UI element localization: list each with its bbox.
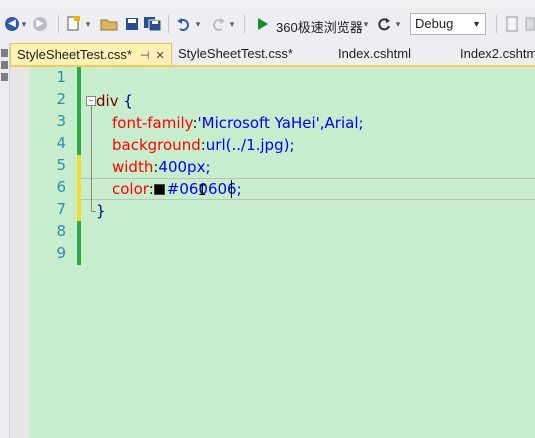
toolbar-overflow-icon bbox=[525, 17, 534, 31]
line-number: 3 bbox=[56, 112, 66, 130]
collapse-toggle-icon[interactable]: − bbox=[86, 96, 96, 106]
code-line-5: width:400px; bbox=[112, 156, 211, 178]
chevron-down-icon: ▼ bbox=[472, 19, 481, 29]
save-button[interactable] bbox=[124, 14, 140, 34]
attach-button[interactable] bbox=[504, 14, 520, 34]
ibeam-cursor-icon: I bbox=[198, 183, 207, 199]
configuration-select[interactable]: Debug ▼ bbox=[410, 13, 486, 35]
tab-stylesheettest-css-preview[interactable]: StyleSheetTest.css* bbox=[178, 43, 293, 65]
code-line-4: background:url(../1.jpg); bbox=[112, 134, 295, 156]
css-property: background bbox=[112, 136, 201, 154]
toolbox-tab-marker bbox=[1, 61, 8, 69]
redo-button[interactable] bbox=[210, 14, 226, 34]
pin-icon[interactable]: ⊣ bbox=[140, 50, 150, 62]
toolbar-overflow-button[interactable] bbox=[524, 14, 535, 34]
play-icon bbox=[258, 18, 268, 30]
tab-stylesheettest-css-active[interactable]: StyleSheetTest.css* ⊣ ✕ bbox=[10, 43, 172, 65]
css-value: url(../1.jpg); bbox=[205, 136, 295, 154]
back-button[interactable]: ◀ bbox=[4, 14, 20, 34]
css-value: 400px; bbox=[158, 158, 211, 176]
tab-label: Index2.cshtm bbox=[460, 46, 535, 61]
refresh-icon bbox=[378, 18, 390, 31]
redo-dropdown[interactable]: ▾ bbox=[228, 14, 236, 34]
line-number: 7 bbox=[56, 200, 66, 218]
open-brace: { bbox=[118, 92, 133, 110]
line-number: 6 bbox=[56, 178, 66, 196]
css-selector: div bbox=[96, 92, 119, 110]
css-property: width bbox=[112, 158, 154, 176]
css-property: font-family bbox=[112, 114, 193, 132]
chevron-down-icon: ▾ bbox=[21, 18, 27, 29]
close-icon[interactable]: ✕ bbox=[155, 50, 164, 62]
toolbar-separator bbox=[58, 15, 59, 33]
forward-button[interactable]: ▶ bbox=[32, 14, 48, 34]
code-line-3: font-family:'Microsoft YaHei',Arial; bbox=[112, 112, 364, 134]
forward-arrow-icon: ▶ bbox=[33, 17, 47, 31]
chevron-down-icon: ▾ bbox=[195, 18, 201, 29]
save-all-icon bbox=[144, 17, 162, 31]
change-bar-saved bbox=[77, 67, 81, 155]
line-number: 9 bbox=[56, 244, 66, 262]
menu-bar[interactable] bbox=[0, 0, 535, 7]
code-line-2: div { bbox=[96, 90, 133, 112]
text-caret bbox=[231, 180, 232, 198]
tab-index2-cshtml[interactable]: Index2.cshtm bbox=[460, 43, 535, 65]
close-brace: } bbox=[96, 202, 106, 220]
fold-guide bbox=[91, 106, 92, 212]
refresh-dropdown[interactable]: ▾ bbox=[394, 14, 402, 34]
toolbox-tab-marker bbox=[1, 73, 8, 81]
back-arrow-icon: ◀ bbox=[5, 17, 19, 31]
code-line-6: color: #060606; bbox=[112, 178, 242, 200]
chevron-down-icon: ▾ bbox=[229, 18, 235, 29]
toolbar-separator bbox=[168, 15, 169, 33]
change-bar-unsaved bbox=[77, 155, 81, 221]
refresh-button[interactable] bbox=[376, 14, 392, 34]
save-all-button[interactable] bbox=[144, 14, 162, 34]
line-number: 4 bbox=[56, 134, 66, 152]
line-number: 1 bbox=[56, 68, 66, 86]
new-project-button[interactable] bbox=[66, 14, 82, 34]
color-swatch[interactable] bbox=[153, 184, 165, 195]
new-project-dropdown[interactable]: ▾ bbox=[84, 14, 92, 34]
open-file-button[interactable] bbox=[100, 14, 118, 34]
run-button[interactable] bbox=[256, 14, 270, 34]
chevron-down-icon: ▾ bbox=[363, 18, 369, 29]
undo-icon bbox=[177, 18, 189, 31]
toolbar-separator bbox=[496, 15, 497, 33]
new-project-icon bbox=[67, 16, 80, 31]
toolbar: ◀ ▾ ▶ ▾ ▾ ▾ 360极速浏览器 ▾ ▾ Debug ▼ bbox=[0, 7, 535, 44]
chevron-down-icon: ▾ bbox=[85, 18, 91, 29]
toolbar-separator bbox=[244, 15, 245, 33]
document-icon bbox=[506, 16, 518, 32]
code-line-7: } bbox=[96, 200, 106, 222]
css-property: color bbox=[112, 180, 149, 198]
css-value: 'Microsoft YaHei',Arial; bbox=[197, 114, 364, 132]
back-dropdown[interactable]: ▾ bbox=[20, 14, 28, 34]
line-number: 5 bbox=[56, 156, 66, 174]
line-number: 8 bbox=[56, 222, 66, 240]
line-number: 2 bbox=[56, 90, 66, 108]
browser-dropdown[interactable]: ▾ bbox=[362, 14, 370, 34]
code-editor[interactable]: 1 2 3 4 5 6 7 8 9 − div { font-family:'M… bbox=[10, 67, 535, 438]
undo-button[interactable] bbox=[176, 14, 192, 34]
chevron-down-icon: ▾ bbox=[395, 18, 401, 29]
toolbox-strip[interactable] bbox=[0, 43, 10, 438]
tab-label: StyleSheetTest.css* bbox=[17, 47, 132, 62]
tab-index-cshtml[interactable]: Index.cshtml bbox=[338, 43, 411, 65]
save-icon bbox=[126, 18, 138, 30]
tab-label: Index.cshtml bbox=[338, 46, 411, 61]
open-folder-icon bbox=[100, 19, 118, 31]
run-browser-label[interactable]: 360极速浏览器 bbox=[276, 17, 363, 36]
redo-icon bbox=[213, 18, 225, 31]
tab-label: StyleSheetTest.css* bbox=[178, 46, 293, 61]
toolbox-tab-marker bbox=[1, 49, 8, 57]
configuration-value: Debug bbox=[415, 16, 454, 31]
undo-dropdown[interactable]: ▾ bbox=[194, 14, 202, 34]
change-bar-saved bbox=[77, 221, 81, 265]
document-tab-bar: StyleSheetTest.css* ⊣ ✕ StyleSheetTest.css… bbox=[10, 43, 535, 67]
